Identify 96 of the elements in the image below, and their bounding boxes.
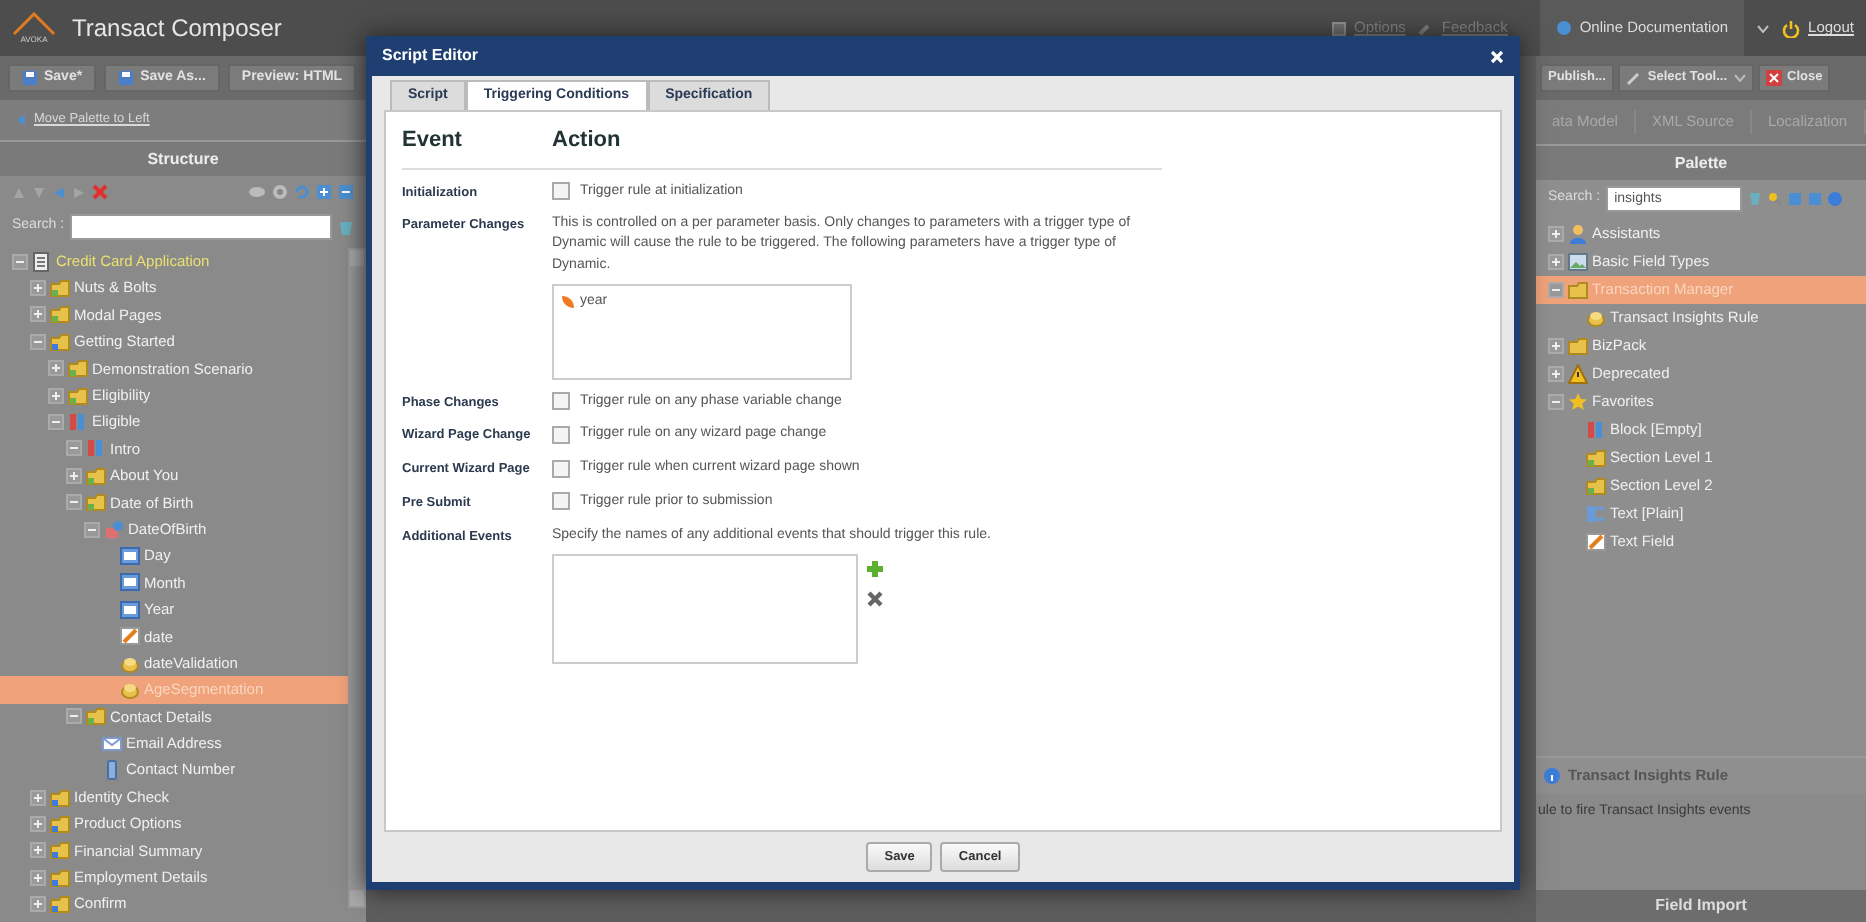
collapse-toggle-icon[interactable]	[66, 494, 82, 511]
close-icon[interactable]	[1490, 49, 1504, 63]
folder-icon	[68, 358, 88, 379]
text-field-icon	[120, 572, 140, 593]
info-icon[interactable]	[1828, 191, 1843, 205]
block-icon	[86, 438, 106, 459]
expand-toggle-icon[interactable]	[30, 896, 46, 913]
phone-icon	[102, 760, 122, 781]
folder-icon	[1586, 476, 1606, 496]
power-icon	[1782, 19, 1801, 37]
envelope-icon	[102, 733, 122, 754]
folder-icon	[68, 385, 88, 406]
panel-header: Palette	[1536, 144, 1866, 180]
options-icon	[1332, 21, 1347, 35]
collapse-toggle-icon[interactable]	[84, 521, 100, 538]
flame-icon	[560, 293, 576, 310]
checkbox[interactable]	[552, 182, 570, 201]
checkbox[interactable]	[552, 459, 570, 478]
folder-icon	[50, 894, 70, 915]
expand-toggle-icon[interactable]	[30, 815, 46, 832]
expand-all-icon[interactable]	[316, 184, 332, 200]
pencil-icon	[120, 626, 140, 647]
expand-toggle-icon[interactable]	[1548, 254, 1564, 270]
block-icon	[1586, 420, 1606, 440]
collapse-toggle-icon[interactable]	[66, 440, 82, 457]
panel-header: Structure	[0, 140, 366, 176]
folder-icon	[50, 331, 70, 352]
collapse-all-icon[interactable]	[338, 184, 354, 200]
warning-icon	[1568, 364, 1588, 384]
globe-icon	[1555, 20, 1572, 36]
checkbox[interactable]	[552, 492, 570, 511]
app-title: Transact Composer	[72, 12, 282, 46]
up-arrow-icon[interactable]	[12, 185, 26, 199]
search-field[interactable]	[70, 213, 332, 239]
delete-icon[interactable]	[92, 184, 108, 200]
clear-search-icon[interactable]	[338, 217, 354, 235]
expand-toggle-icon[interactable]	[30, 280, 46, 297]
collapse-toggle-icon[interactable]	[48, 414, 64, 431]
person-icon	[1568, 224, 1588, 244]
folder-icon	[86, 492, 106, 513]
expand-toggle-icon[interactable]	[48, 387, 64, 404]
eye-icon[interactable]	[248, 186, 266, 198]
caret-icon[interactable]	[1756, 23, 1771, 33]
expand-toggle-icon[interactable]	[30, 306, 46, 323]
panel-footer: Field Import	[1536, 890, 1866, 922]
folder-icon	[1568, 280, 1588, 300]
expand-toggle-icon[interactable]	[30, 789, 46, 805]
expand-toggle-icon[interactable]	[66, 467, 82, 484]
pencil-icon	[1586, 532, 1606, 552]
wrench-icon	[1625, 70, 1642, 86]
folder-icon	[50, 278, 70, 299]
folder-icon	[1568, 336, 1588, 356]
column-header: Event	[402, 126, 464, 156]
folder-icon	[86, 465, 106, 486]
collapse-toggle-icon[interactable]	[12, 253, 28, 270]
down-arrow-icon[interactable]	[32, 185, 46, 199]
checkbox[interactable]	[552, 425, 570, 444]
add-icon[interactable]	[866, 559, 884, 578]
clear-search-icon[interactable]	[1748, 190, 1763, 206]
text-field-icon	[120, 545, 140, 566]
folder-icon	[50, 867, 70, 888]
expand-toggle-icon[interactable]	[30, 869, 46, 886]
expand-toggle-icon[interactable]	[1548, 366, 1564, 382]
close-icon	[1765, 70, 1782, 86]
expand-toggle-icon[interactable]	[48, 360, 64, 377]
info-icon	[1544, 768, 1560, 784]
text-icon	[1586, 504, 1606, 524]
folder-icon	[50, 787, 70, 807]
expand-toggle-icon[interactable]	[1548, 338, 1564, 354]
expand-toggle-icon[interactable]	[1548, 226, 1564, 242]
collapse-toggle-icon[interactable]	[30, 333, 46, 350]
search-icon[interactable]	[1768, 191, 1783, 205]
collapse-toggle-icon[interactable]	[66, 708, 82, 725]
caret-icon	[1733, 74, 1746, 82]
folder-icon	[50, 304, 70, 325]
star-icon	[1568, 392, 1588, 412]
folder-icon	[50, 840, 70, 861]
right-arrow-icon[interactable]	[72, 185, 86, 199]
column-header: Action	[552, 126, 623, 156]
left-arrow-icon	[16, 114, 26, 126]
text-field-icon	[120, 599, 140, 620]
group-icon	[104, 519, 124, 540]
expand-toggle-icon[interactable]	[30, 842, 46, 859]
picture-icon	[1568, 252, 1588, 272]
block-icon	[68, 412, 88, 433]
collapse-toggle-icon[interactable]	[1548, 282, 1564, 298]
collapse-toggle-icon[interactable]	[1548, 394, 1564, 410]
settings-icon[interactable]	[272, 184, 288, 200]
folder-icon	[1586, 448, 1606, 468]
checkbox[interactable]	[552, 392, 570, 411]
folder-icon	[86, 706, 106, 727]
dialog-title: Script Editor	[382, 44, 479, 68]
folder-icon	[50, 813, 70, 834]
document-icon	[32, 251, 52, 272]
remove-icon[interactable]	[866, 589, 884, 608]
logo-icon	[12, 12, 56, 36]
